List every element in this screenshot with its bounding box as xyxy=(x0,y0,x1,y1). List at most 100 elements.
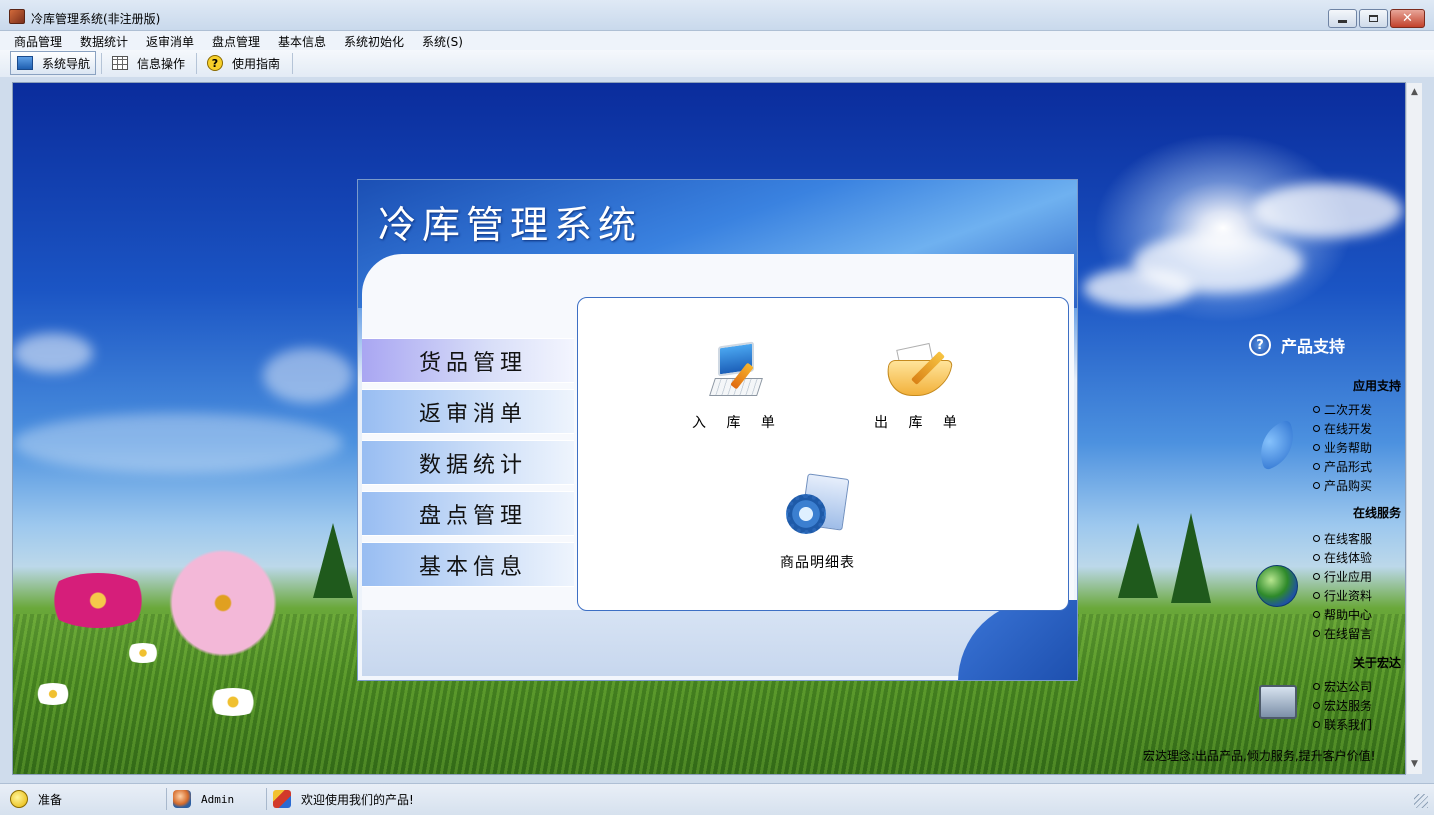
tool-navigation-label: 系统导航 xyxy=(42,56,91,71)
toolbar: 系统导航 信息操作 ? 使用指南 xyxy=(0,50,1434,77)
help-icon: ? xyxy=(207,55,223,71)
title-bar: 冷库管理系统(非注册版) ✕ xyxy=(0,0,1434,31)
status-separator xyxy=(166,788,167,810)
bullet-icon xyxy=(1313,535,1320,542)
link-product-buy[interactable]: 产品购买 xyxy=(1313,477,1372,494)
menu-basic-info[interactable]: 基本信息 xyxy=(278,33,326,50)
product-icon xyxy=(273,790,291,808)
close-button[interactable]: ✕ xyxy=(1390,9,1425,28)
section-online-service: 在线服务 xyxy=(1352,506,1401,520)
menu-bar: 商品管理 数据统计 返审消单 盘点管理 基本信息 系统初始化 系统(S) xyxy=(0,31,1434,50)
cloud xyxy=(263,348,353,403)
inbound-icon xyxy=(709,341,764,400)
bullet-icon xyxy=(1313,425,1320,432)
inbound-label: 入 库 单 xyxy=(692,415,783,431)
computer-icon xyxy=(1259,685,1297,719)
main-client-area: ? 产品支持 应用支持 二次开发 在线开发 业务帮助 产品形式 产品购买 在线服… xyxy=(12,82,1406,775)
menu-return[interactable]: 返审消单 xyxy=(146,33,194,50)
link-online-trial[interactable]: 在线体验 xyxy=(1313,549,1372,566)
status-user-pane: Admin xyxy=(173,788,234,810)
nav-item-goods[interactable]: 货品管理 xyxy=(362,338,574,383)
outbound-icon xyxy=(883,342,954,400)
user-icon xyxy=(173,790,191,808)
bullet-icon xyxy=(1313,683,1320,690)
nav-item-basic-info[interactable]: 基本信息 xyxy=(362,542,574,587)
nav-item-statistics[interactable]: 数据统计 xyxy=(362,440,574,485)
tree xyxy=(1118,523,1158,598)
question-icon: ? xyxy=(1249,334,1271,356)
scroll-up-icon[interactable]: ▲ xyxy=(1411,87,1418,97)
menu-inventory[interactable]: 盘点管理 xyxy=(212,33,260,50)
tree xyxy=(313,523,353,598)
bullet-icon xyxy=(1313,721,1320,728)
outbound-button[interactable]: 出 库 单 xyxy=(874,342,965,432)
resize-grip-icon[interactable] xyxy=(1414,794,1428,808)
link-industry-app[interactable]: 行业应用 xyxy=(1313,568,1372,585)
nav-item-return[interactable]: 返审消单 xyxy=(362,389,574,434)
globe-icon xyxy=(1256,565,1298,607)
product-support-title: 产品支持 xyxy=(1281,337,1346,356)
link-product-form[interactable]: 产品形式 xyxy=(1313,458,1372,475)
grid-icon xyxy=(112,56,128,70)
nav-item-inventory[interactable]: 盘点管理 xyxy=(362,491,574,536)
link-online-cs[interactable]: 在线客服 xyxy=(1313,530,1372,547)
white-flower xyxy=(31,683,75,705)
toolbar-separator xyxy=(292,53,293,74)
status-bar: 准备 Admin 欢迎使用我们的产品! xyxy=(0,783,1434,815)
section-about: 关于宏达 xyxy=(1352,656,1401,670)
link-contact[interactable]: 联系我们 xyxy=(1313,716,1372,733)
product-support-header: ? 产品支持 xyxy=(1249,333,1345,357)
bullet-icon xyxy=(1313,702,1320,709)
cloud xyxy=(1253,183,1403,238)
link-message[interactable]: 在线留言 xyxy=(1313,625,1372,642)
inbound-button[interactable]: 入 库 单 xyxy=(692,341,783,432)
maximize-icon xyxy=(1369,15,1378,22)
window-title: 冷库管理系统(非注册版) xyxy=(31,12,161,26)
menu-init[interactable]: 系统初始化 xyxy=(344,33,404,50)
bullet-icon xyxy=(1313,444,1320,451)
toolbar-separator xyxy=(101,53,102,74)
maximize-button[interactable] xyxy=(1359,9,1388,28)
vertical-scrollbar[interactable]: ▲ ▼ xyxy=(1406,83,1422,774)
white-flower xyxy=(123,643,163,663)
link-industry-data[interactable]: 行业资料 xyxy=(1313,587,1372,604)
white-flower xyxy=(203,688,263,716)
tool-guide-button[interactable]: ? 使用指南 xyxy=(201,51,287,75)
link-online-dev[interactable]: 在线开发 xyxy=(1313,420,1372,437)
menu-goods[interactable]: 商品管理 xyxy=(14,33,62,50)
link-help-center[interactable]: 帮助中心 xyxy=(1313,606,1372,623)
tool-info-button[interactable]: 信息操作 xyxy=(106,51,192,75)
main-panel: 冷库管理系统 货品管理 返审消单 数据统计 盘点管理 基本信息 入 库 单 出 … xyxy=(357,179,1078,681)
arrow-icon xyxy=(1251,419,1303,471)
bullet-icon xyxy=(1313,406,1320,413)
bullet-icon xyxy=(1313,554,1320,561)
link-secondary-dev[interactable]: 二次开发 xyxy=(1313,401,1372,418)
tool-guide-label: 使用指南 xyxy=(232,56,281,71)
minimize-button[interactable] xyxy=(1328,9,1357,28)
link-service[interactable]: 宏达服务 xyxy=(1313,697,1372,714)
section-app-support: 应用支持 xyxy=(1352,379,1401,393)
slogan-text: 宏达理念:出品产品,倾力服务,提升客户价值! xyxy=(1143,749,1376,763)
monitor-icon xyxy=(17,56,33,70)
minimize-icon xyxy=(1338,20,1347,23)
light-pink-flower xyxy=(163,548,283,658)
menu-statistics[interactable]: 数据统计 xyxy=(80,33,128,50)
menu-system[interactable]: 系统(S) xyxy=(422,33,463,50)
scroll-down-icon[interactable]: ▼ xyxy=(1411,759,1418,769)
status-message: 欢迎使用我们的产品! xyxy=(301,792,414,807)
status-message-pane: 欢迎使用我们的产品! xyxy=(273,788,414,810)
link-company[interactable]: 宏达公司 xyxy=(1313,678,1372,695)
bullet-icon xyxy=(1313,482,1320,489)
tool-info-label: 信息操作 xyxy=(137,56,186,71)
tool-navigation-button[interactable]: 系统导航 xyxy=(10,51,96,75)
status-user: Admin xyxy=(201,792,235,806)
function-area: 入 库 单 出 库 单 商品明细表 xyxy=(577,297,1069,611)
goods-detail-label: 商品明细表 xyxy=(780,555,855,571)
link-business-help[interactable]: 业务帮助 xyxy=(1313,439,1372,456)
cloud xyxy=(13,333,93,373)
outbound-label: 出 库 单 xyxy=(874,415,965,431)
status-separator xyxy=(266,788,267,810)
bullet-icon xyxy=(1313,630,1320,637)
bullet-icon xyxy=(1313,573,1320,580)
goods-detail-button[interactable]: 商品明细表 xyxy=(780,473,855,572)
